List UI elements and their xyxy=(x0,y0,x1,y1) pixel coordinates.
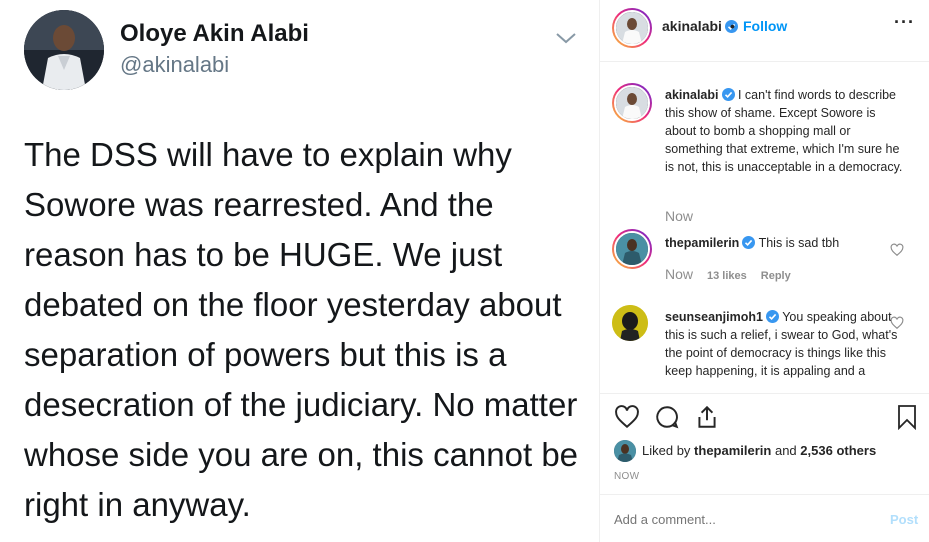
tweet-display-name: Oloye Akin Alabi xyxy=(120,20,309,47)
comment-time: Now xyxy=(665,208,694,224)
header-separator: • xyxy=(730,18,735,34)
comment-body: akinalabi I can't find words to describe… xyxy=(665,86,910,176)
tweet-handle: @akinalabi xyxy=(120,52,230,77)
bookmark-icon[interactable] xyxy=(895,404,919,430)
reply-button[interactable]: Reply xyxy=(761,270,791,282)
post-timestamp: NOW xyxy=(614,471,640,482)
comment-username[interactable]: akinalabi xyxy=(665,88,719,102)
comment-avatar[interactable] xyxy=(612,305,648,341)
comment-body: thepamilerin This is sad tbh xyxy=(665,234,910,252)
instagram-panel: akinalabi • Follow ··· akinalabi I can't… xyxy=(600,0,929,542)
likes-count[interactable]: 2,536 others xyxy=(800,443,876,458)
likes-prefix: Liked by xyxy=(642,443,691,458)
tweet-avatar xyxy=(24,10,104,90)
comment-like-icon[interactable] xyxy=(890,243,904,257)
likes-summary: Liked by thepamilerin and 2,536 others xyxy=(642,443,876,458)
header-username[interactable]: akinalabi xyxy=(662,18,722,34)
comment-like-icon[interactable] xyxy=(890,316,904,330)
add-comment-input[interactable] xyxy=(614,512,864,527)
comment-meta: Now 13 likes Reply xyxy=(665,266,791,282)
tweet-text: The DSS will have to explain why Sowore … xyxy=(24,136,579,523)
comment-body: seunseanjimoh1 You speaking about this i… xyxy=(665,308,910,380)
comment-avatar[interactable] xyxy=(612,229,652,269)
comment-likes[interactable]: 13 likes xyxy=(707,270,747,282)
share-icon[interactable] xyxy=(694,404,720,430)
chevron-down-icon xyxy=(556,33,576,44)
tweet-image: Oloye Akin Alabi @akinalabi The DSS will… xyxy=(0,0,599,542)
comment-bubble-icon[interactable] xyxy=(654,404,680,430)
header-avatar[interactable] xyxy=(612,8,652,48)
liked-by-avatar[interactable] xyxy=(614,440,636,462)
like-heart-icon[interactable] xyxy=(614,404,640,430)
likes-middle: and xyxy=(774,443,797,458)
comment-text: This is sad tbh xyxy=(758,236,840,250)
more-options-icon[interactable]: ··· xyxy=(894,12,915,33)
post-header: akinalabi • Follow ··· xyxy=(600,0,929,62)
follow-button[interactable]: Follow xyxy=(743,18,787,34)
comment-avatar[interactable] xyxy=(612,83,652,123)
actions-divider xyxy=(600,393,929,394)
likes-user[interactable]: thepamilerin xyxy=(694,443,771,458)
verified-badge-icon xyxy=(742,236,756,249)
post-button[interactable]: Post xyxy=(890,512,918,527)
add-comment-divider xyxy=(600,494,929,495)
comment-time: Now xyxy=(665,266,694,282)
comment-username[interactable]: seunseanjimoh1 xyxy=(665,310,763,324)
verified-badge-icon xyxy=(765,310,779,323)
comments-list[interactable]: akinalabi I can't find words to describe… xyxy=(600,63,929,393)
header-username-row: akinalabi xyxy=(662,18,738,34)
comment-username[interactable]: thepamilerin xyxy=(665,236,739,250)
verified-badge-icon xyxy=(721,88,735,101)
